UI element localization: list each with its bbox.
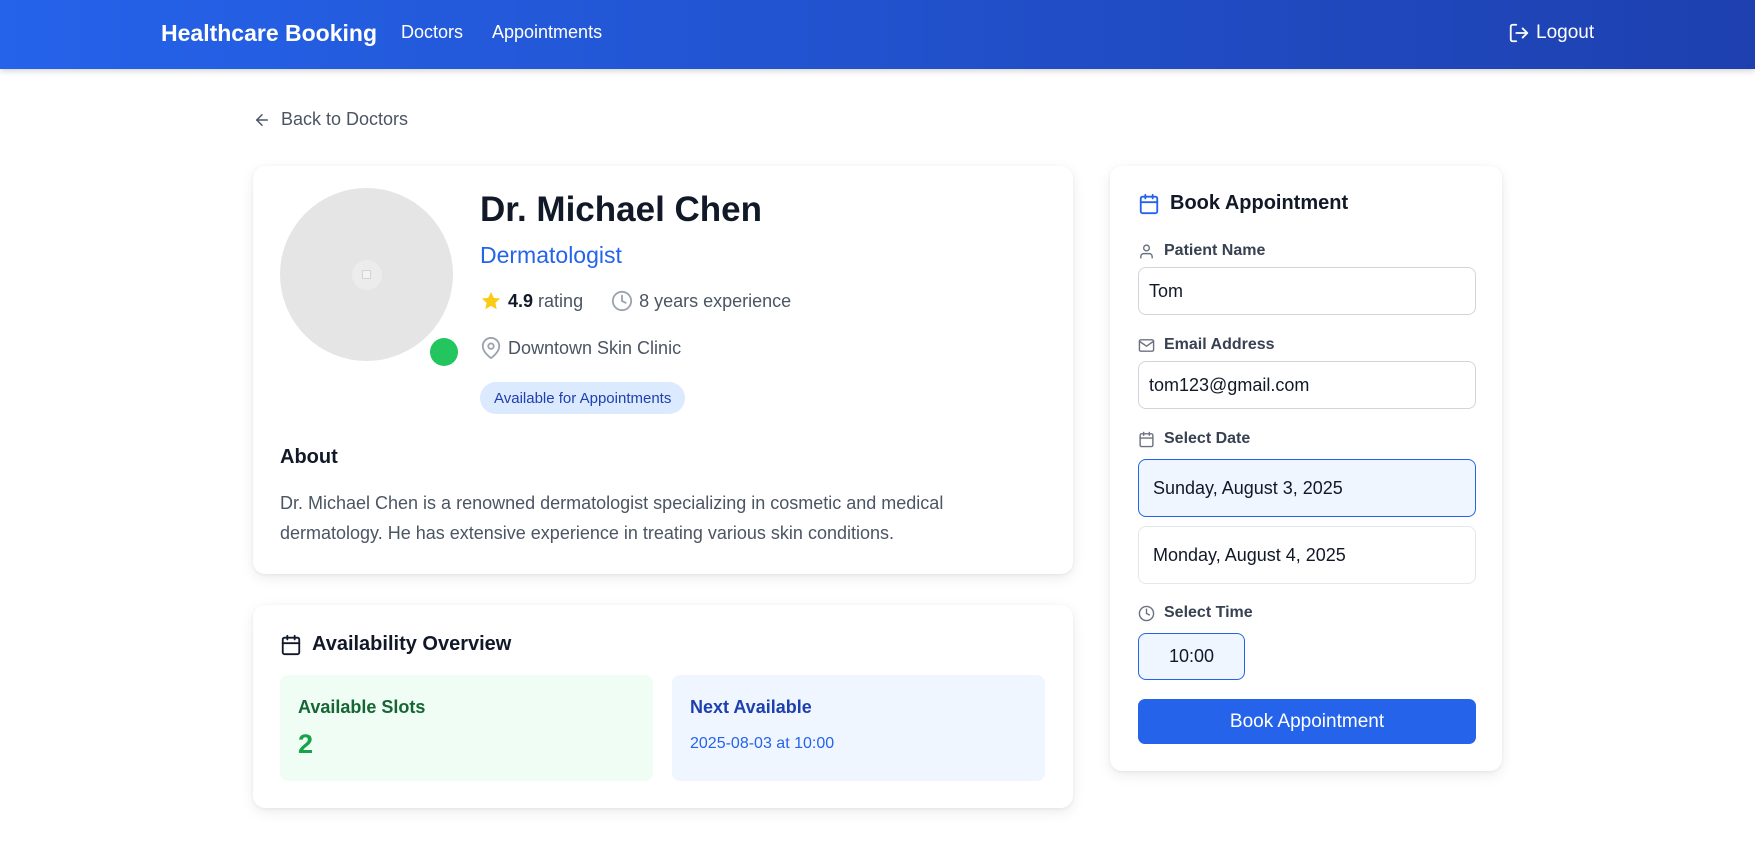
booking-heading: Book Appointment [1138, 192, 1348, 215]
mail-icon [1138, 337, 1155, 354]
doctor-specialty: Dermatologist [480, 242, 622, 268]
back-link-label: Back to Doctors [281, 109, 409, 129]
calendar-icon [1138, 431, 1155, 448]
availability-heading: Availability Overview [280, 633, 511, 656]
doctor-location: Downtown Skin Clinic [480, 337, 681, 359]
availability-status-badge: Available for Appointments [480, 382, 686, 414]
available-slots-tile: Available Slots 2 [280, 675, 653, 781]
availability-overview-card: Availability Overview Available Slots 2 … [253, 605, 1073, 808]
logout-button[interactable]: Logout [1508, 22, 1594, 44]
location-text: Downtown Skin Clinic [508, 337, 682, 358]
online-status-indicator [430, 338, 458, 366]
select-date-label: Select Date [1138, 430, 1250, 448]
doctor-avatar [280, 188, 453, 361]
calendar-icon [280, 634, 302, 656]
about-text: Dr. Michael Chen is a renowned dermatolo… [280, 493, 944, 543]
patient-name-label: Patient Name [1138, 242, 1265, 260]
book-appointment-button[interactable]: Book Appointment [1138, 699, 1476, 744]
user-icon [1138, 243, 1155, 260]
book-appointment-card: Book Appointment Patient Name Email Addr… [1110, 166, 1502, 771]
nav-link-appointments[interactable]: Appointments [492, 22, 602, 43]
date-option[interactable]: Monday, August 4, 2025 [1138, 526, 1476, 584]
top-navbar: Healthcare Booking Doctors Appointments … [0, 0, 1755, 69]
about-heading: About [280, 446, 338, 468]
rating: 4.9 rating [480, 290, 583, 312]
next-available-label: Next Available [690, 697, 812, 717]
date-option-selected[interactable]: Sunday, August 3, 2025 [1138, 459, 1476, 517]
logout-label: Logout [1536, 22, 1595, 43]
clock-icon [1138, 605, 1155, 622]
rating-label: rating [538, 290, 584, 311]
email-label: Email Address [1138, 336, 1275, 354]
next-available-value: 2025-08-03 at 10:00 [690, 735, 835, 752]
arrow-left-icon [253, 111, 271, 129]
brand-logo[interactable]: Healthcare Booking [161, 20, 377, 47]
select-time-label: Select Time [1138, 604, 1253, 622]
nav-link-doctors[interactable]: Doctors [401, 22, 463, 43]
map-pin-icon [480, 337, 502, 359]
available-slots-value: 2 [298, 729, 314, 759]
experience: 8 years experience [611, 290, 791, 312]
experience-text: 8 years experience [639, 290, 792, 311]
availability-title: Availability Overview [312, 633, 512, 655]
patient-name-input[interactable] [1138, 267, 1476, 315]
doctor-name: Dr. Michael Chen [480, 190, 763, 229]
time-slot-option[interactable]: 10:00 [1138, 633, 1245, 680]
star-icon [480, 290, 502, 312]
rating-value: 4.9 [508, 290, 534, 311]
next-available-tile: Next Available 2025-08-03 at 10:00 [672, 675, 1045, 781]
avatar-image-placeholder [362, 270, 371, 279]
available-slots-label: Available Slots [298, 697, 426, 717]
email-input[interactable] [1138, 361, 1476, 409]
logout-icon [1508, 22, 1530, 44]
back-to-doctors-link[interactable]: Back to Doctors [253, 109, 408, 130]
clock-icon [611, 290, 633, 312]
booking-title: Book Appointment [1170, 192, 1349, 214]
doctor-meta-row: 4.9 rating 8 years experience [480, 290, 791, 312]
doctor-profile-card: Dr. Michael Chen Dermatologist 4.9 ratin… [253, 166, 1073, 574]
calendar-icon [1138, 193, 1160, 215]
